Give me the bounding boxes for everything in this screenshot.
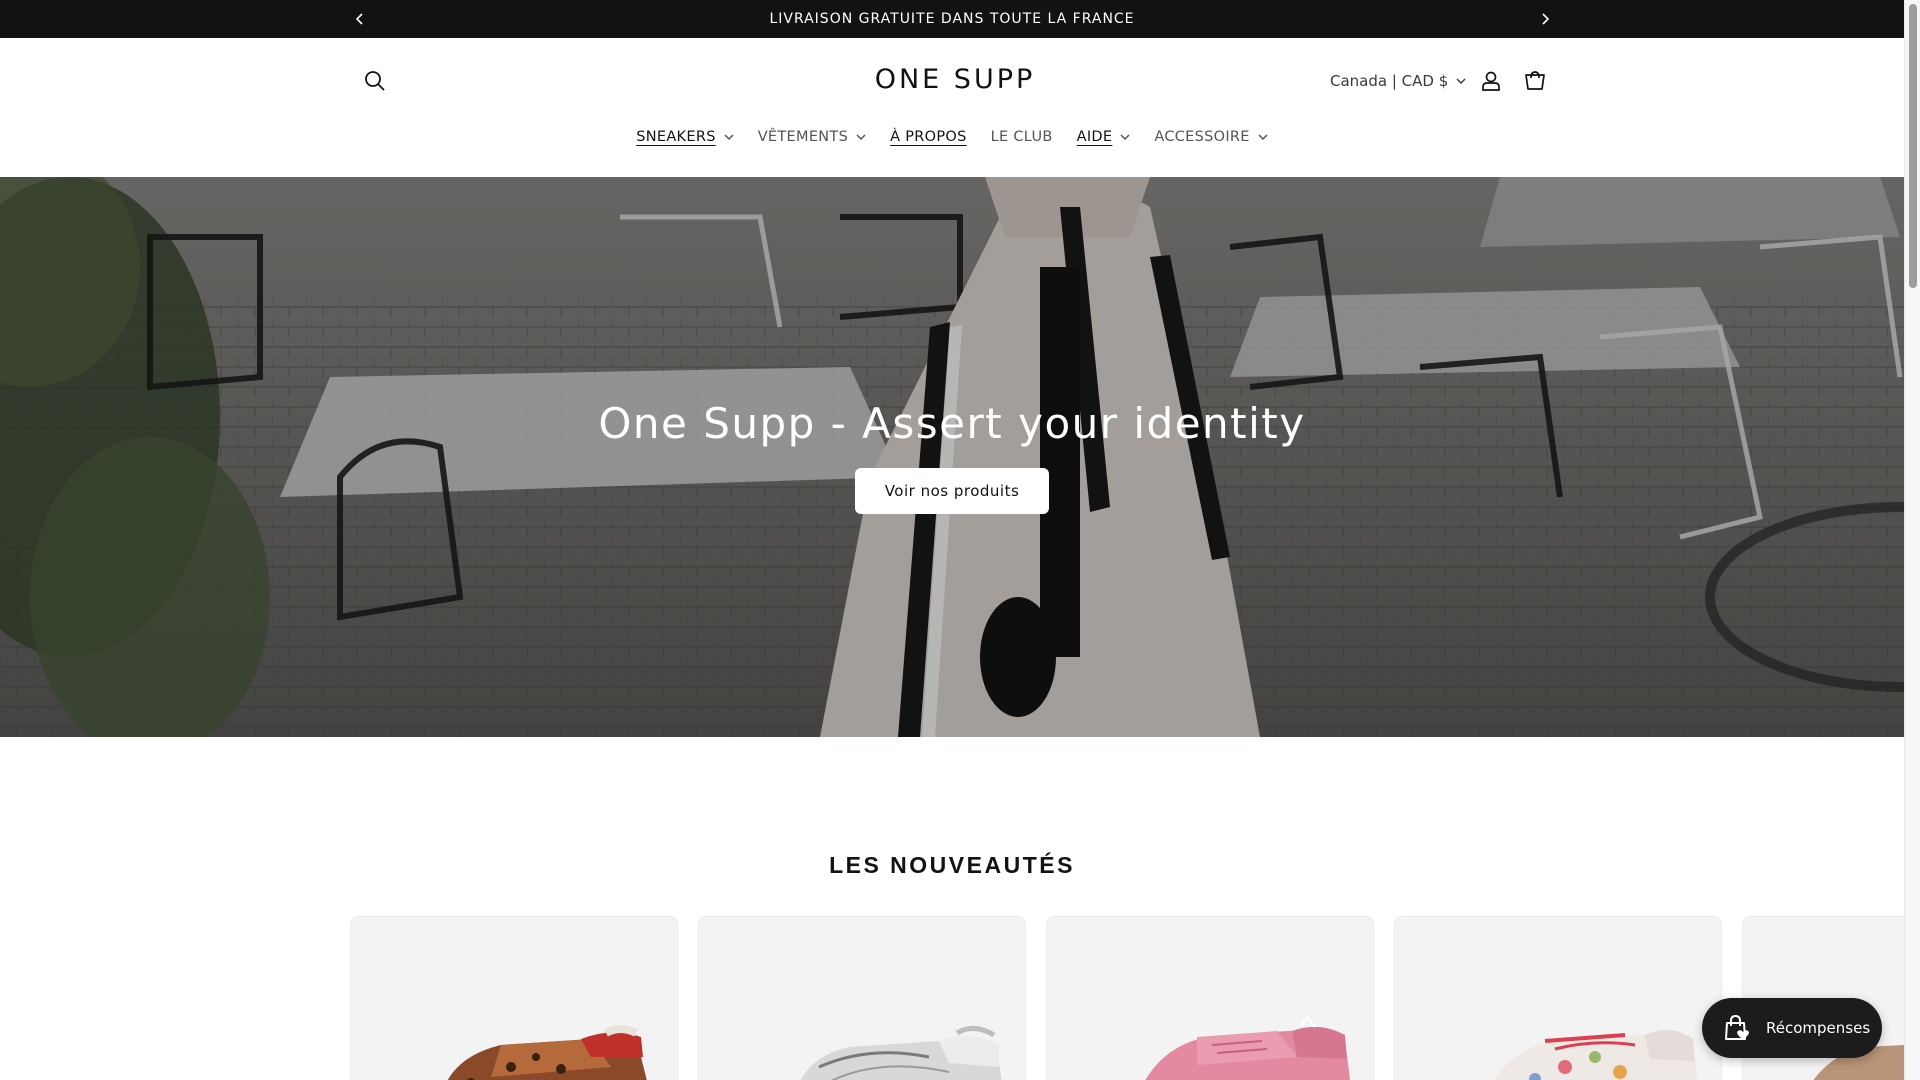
product-card[interactable] — [698, 916, 1026, 1080]
site-logo[interactable]: ONE SUPP — [0, 64, 1904, 95]
announcement-bar: LIVRAISON GRATUITE DANS TOUTE LA FRANCE — [0, 0, 1904, 38]
page-scrollbar[interactable] — [1904, 0, 1920, 1080]
currency-selector[interactable]: Canada | CAD $ — [1330, 68, 1466, 94]
account-button[interactable] — [1476, 66, 1506, 96]
announcement-next-button[interactable] — [1535, 9, 1555, 29]
product-card[interactable] — [1394, 916, 1722, 1080]
nav-item-le-club[interactable]: LE CLUB — [991, 129, 1053, 145]
site-header: ONE SUPP Canada | CAD $ SNEAKERS VÊTEMEN… — [0, 38, 1904, 178]
new-arrivals-title: LES NOUVEAUTÉS — [829, 852, 1075, 878]
cart-icon — [1525, 71, 1545, 90]
hero-overlay — [0, 177, 1904, 737]
sneaker-white-floral-icon — [1493, 1029, 1698, 1080]
view-products-button[interactable]: Voir nos produits — [855, 468, 1049, 514]
nav-item-label: SNEAKERS — [636, 129, 716, 145]
product-carousel — [350, 916, 1904, 1080]
product-card[interactable] — [1046, 916, 1374, 1080]
nav-item-vetements[interactable]: VÊTEMENTS — [758, 129, 866, 145]
chevron-down-icon — [1456, 77, 1466, 84]
nav-item-a-propos[interactable]: À PROPOS — [890, 129, 967, 145]
hero-title: One Supp - Assert your identity — [598, 399, 1306, 448]
nav-item-label: ACCESSOIRE — [1154, 129, 1250, 145]
rewards-label: Récompenses — [1766, 1019, 1871, 1037]
chevron-down-icon — [724, 133, 734, 140]
chevron-right-icon — [1542, 13, 1550, 25]
sneaker-silver-metallic-icon — [800, 1026, 1002, 1080]
sneaker-pink-icon — [1145, 1015, 1350, 1080]
nav-item-label: VÊTEMENTS — [757, 129, 849, 145]
sneaker-leopard-red-icon — [447, 1025, 647, 1080]
main-nav: SNEAKERS VÊTEMENTS À PROPOS LE CLUB AIDE… — [0, 122, 1904, 152]
cart-button[interactable] — [1520, 66, 1550, 96]
nav-item-label: AIDE — [1076, 129, 1113, 145]
product-card[interactable] — [350, 916, 678, 1080]
rewards-button[interactable]: Récompenses — [1702, 998, 1882, 1058]
nav-item-label: À PROPOS — [890, 129, 967, 145]
chevron-down-icon — [1120, 133, 1130, 140]
nav-item-label: LE CLUB — [990, 129, 1053, 145]
currency-label: Canada | CAD $ — [1330, 72, 1449, 90]
user-icon — [1482, 71, 1500, 91]
announcement-prev-button[interactable] — [350, 9, 370, 29]
chevron-down-icon — [856, 133, 866, 140]
announcement-text: LIVRAISON GRATUITE DANS TOUTE LA FRANCE — [769, 11, 1135, 27]
shopping-bag-heart-icon — [1725, 1014, 1749, 1040]
nav-item-sneakers[interactable]: SNEAKERS — [636, 129, 734, 145]
nav-item-accessoire[interactable]: ACCESSOIRE — [1154, 129, 1268, 145]
nav-item-aide[interactable]: AIDE — [1077, 129, 1131, 145]
chevron-left-icon — [355, 13, 363, 25]
scrollbar-thumb[interactable] — [1909, 4, 1917, 288]
site-logo-text: ONE SUPP — [874, 64, 1036, 95]
chevron-down-icon — [1258, 133, 1268, 140]
hero-banner: One Supp - Assert your identity Voir nos… — [0, 177, 1904, 737]
